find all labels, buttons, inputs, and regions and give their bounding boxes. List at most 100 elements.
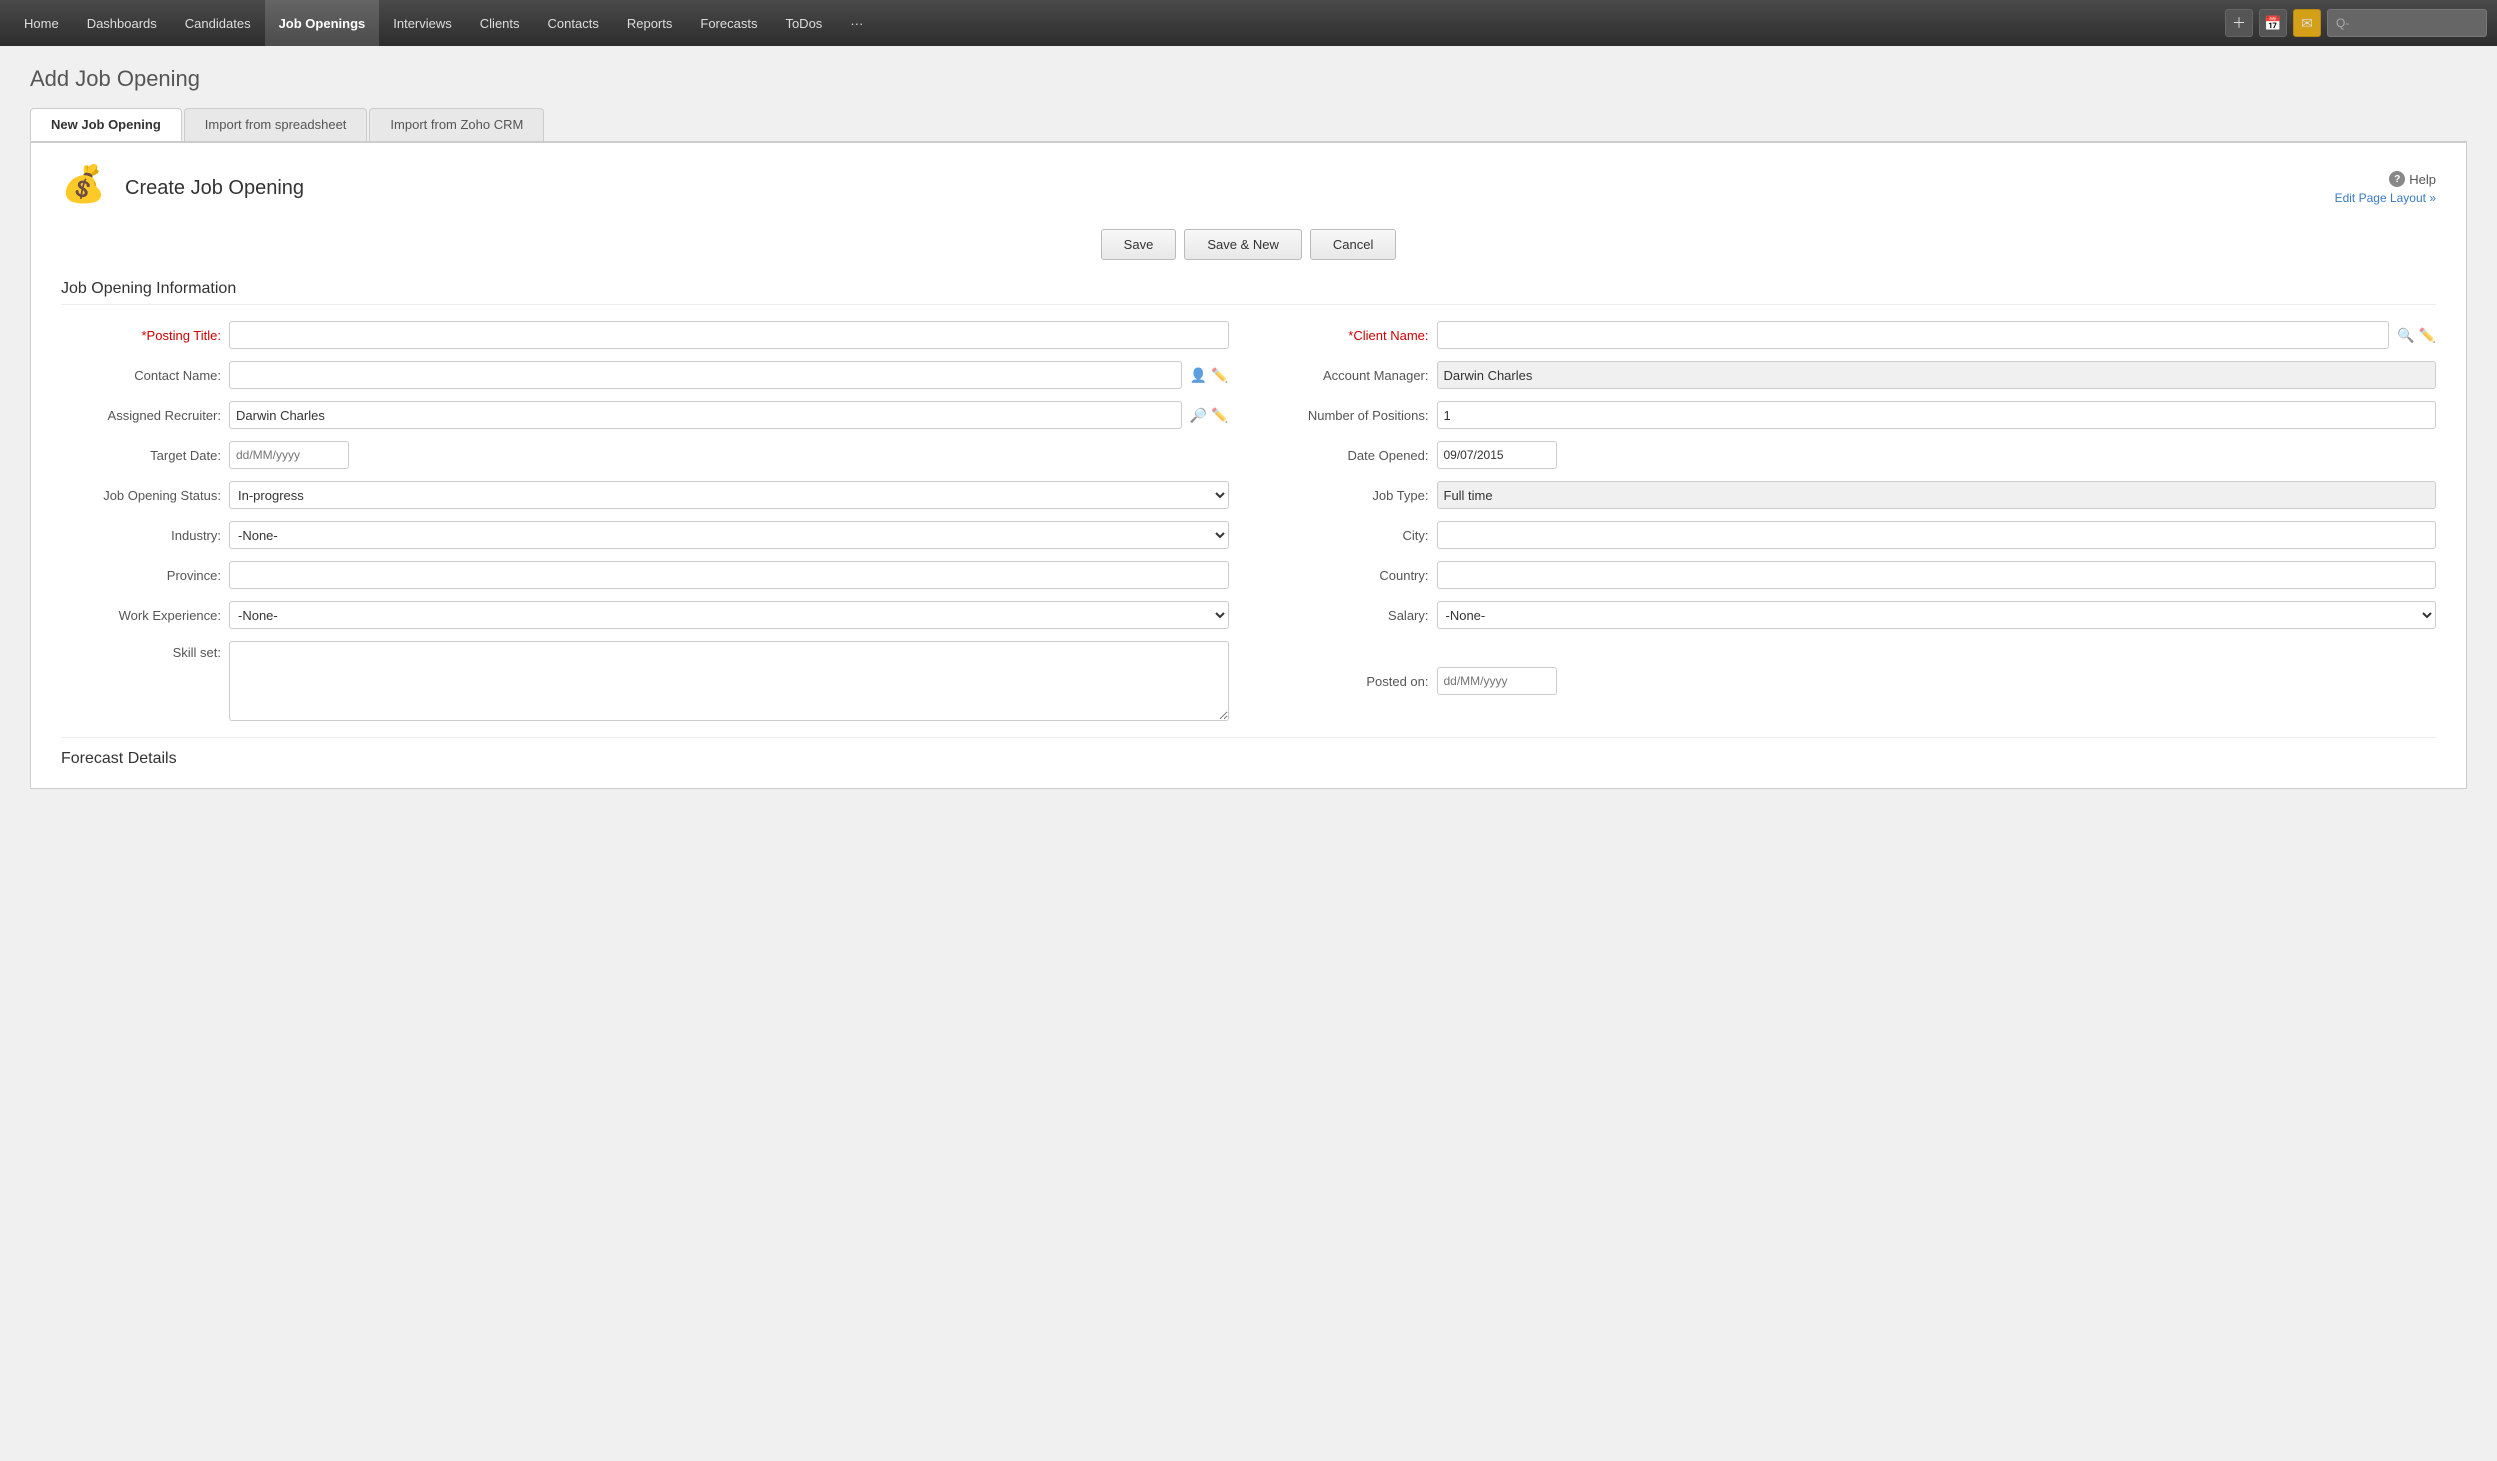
form-container: 💰 Create Job Opening ? Help Edit Page La…: [30, 142, 2467, 789]
nav-dashboards[interactable]: Dashboards: [73, 0, 171, 46]
client-name-icons: 🔍 ✏️: [2397, 327, 2436, 344]
skill-set-label: Skill set:: [61, 641, 221, 660]
nav-interviews[interactable]: Interviews: [379, 0, 466, 46]
form-header: 💰 Create Job Opening ? Help Edit Page La…: [61, 163, 2436, 213]
nav-job-openings[interactable]: Job Openings: [265, 0, 380, 46]
save-button[interactable]: Save: [1101, 229, 1177, 260]
client-name-lookup-icon[interactable]: 🔍: [2397, 327, 2414, 344]
industry-select[interactable]: -None- Technology Finance Healthcare Ret…: [229, 521, 1229, 549]
country-row: Country:: [1269, 561, 2437, 589]
tab-new-job-opening[interactable]: New Job Opening: [30, 108, 182, 141]
client-name-label: *Client Name:: [1269, 328, 1429, 343]
nav-home[interactable]: Home: [10, 0, 73, 46]
date-opened-row: Date Opened:: [1269, 441, 2437, 469]
work-experience-label: Work Experience:: [61, 608, 221, 623]
job-type-label: Job Type:: [1269, 488, 1429, 503]
account-manager-row: Account Manager:: [1269, 361, 2437, 389]
city-label: City:: [1269, 528, 1429, 543]
account-manager-label: Account Manager:: [1269, 368, 1429, 383]
nav-candidates[interactable]: Candidates: [171, 0, 265, 46]
posting-title-label: *Posting Title:: [61, 328, 221, 343]
page-title: Add Job Opening: [30, 66, 2467, 92]
contact-name-new-icon[interactable]: ✏️: [1211, 367, 1228, 384]
contact-name-lookup-icon[interactable]: 👤: [1190, 367, 1207, 384]
recruiter-icons: 🔎 ✏️: [1190, 407, 1229, 424]
nav-clients[interactable]: Clients: [466, 0, 534, 46]
contact-name-label: Contact Name:: [61, 368, 221, 383]
page-content: Add Job Opening New Job Opening Import f…: [0, 46, 2497, 789]
section-title: Job Opening Information: [61, 280, 2436, 305]
help-label: Help: [2409, 172, 2436, 187]
country-label: Country:: [1269, 568, 1429, 583]
job-opening-status-select[interactable]: In-progress New On-hold Closed: [229, 481, 1229, 509]
account-manager-input[interactable]: [1437, 361, 2437, 389]
forecast-section-title: Forecast Details: [61, 750, 2436, 768]
country-input[interactable]: [1437, 561, 2437, 589]
city-input[interactable]: [1437, 521, 2437, 549]
client-name-new-icon[interactable]: ✏️: [2419, 327, 2436, 344]
posted-on-input[interactable]: [1437, 667, 1557, 695]
form-grid: *Posting Title: *Client Name: 🔍 ✏️ Conta…: [61, 321, 2436, 721]
assigned-recruiter-label: Assigned Recruiter:: [61, 408, 221, 423]
nav-todos[interactable]: ToDos: [771, 0, 836, 46]
tab-import-spreadsheet[interactable]: Import from spreadsheet: [184, 108, 368, 141]
recruiter-new-icon[interactable]: ✏️: [1211, 407, 1228, 424]
province-input[interactable]: [229, 561, 1229, 589]
edit-page-layout-link[interactable]: Edit Page Layout »: [2335, 191, 2436, 205]
target-date-row: Target Date:: [61, 441, 1229, 469]
province-label: Province:: [61, 568, 221, 583]
assigned-recruiter-row: Assigned Recruiter: 🔎 ✏️: [61, 401, 1229, 429]
number-of-positions-row: Number of Positions:: [1269, 401, 2437, 429]
salary-row: Salary: -None- 30000-50000 50000-70000 7…: [1269, 601, 2437, 629]
nav-contacts[interactable]: Contacts: [534, 0, 613, 46]
number-of-positions-input[interactable]: [1437, 401, 2437, 429]
action-buttons: Save Save & New Cancel: [61, 229, 2436, 260]
job-opening-status-label: Job Opening Status:: [61, 488, 221, 503]
recruiter-lookup-icon[interactable]: 🔎: [1190, 407, 1207, 424]
province-row: Province:: [61, 561, 1229, 589]
form-header-right: ? Help Edit Page Layout »: [2335, 171, 2436, 205]
industry-label: Industry:: [61, 528, 221, 543]
nav-reports[interactable]: Reports: [613, 0, 687, 46]
job-opening-status-row: Job Opening Status: In-progress New On-h…: [61, 481, 1229, 509]
nav-forecasts[interactable]: Forecasts: [686, 0, 771, 46]
tab-import-zoho[interactable]: Import from Zoho CRM: [369, 108, 544, 141]
posted-on-row: Posted on:: [1269, 641, 2437, 721]
client-name-input[interactable]: [1437, 321, 2390, 349]
nav-items: Home Dashboards Candidates Job Openings …: [10, 0, 2225, 46]
job-type-input: [1437, 481, 2437, 509]
nav-search-input[interactable]: [2327, 9, 2487, 37]
job-type-row: Job Type:: [1269, 481, 2437, 509]
navbar: Home Dashboards Candidates Job Openings …: [0, 0, 2497, 46]
number-of-positions-label: Number of Positions:: [1269, 408, 1429, 423]
posting-title-input[interactable]: [229, 321, 1229, 349]
help-link[interactable]: ? Help: [2389, 171, 2436, 187]
contact-name-row: Contact Name: 👤 ✏️: [61, 361, 1229, 389]
form-header-left: 💰 Create Job Opening: [61, 163, 304, 213]
contact-name-icons: 👤 ✏️: [1190, 367, 1229, 384]
skill-set-row: Skill set:: [61, 641, 1229, 721]
save-new-button[interactable]: Save & New: [1184, 229, 1302, 260]
form-title: Create Job Opening: [125, 177, 304, 200]
target-date-input[interactable]: [229, 441, 349, 469]
work-experience-select[interactable]: -None- 0-1 years 1-3 years 3-5 years 5+ …: [229, 601, 1229, 629]
industry-row: Industry: -None- Technology Finance Heal…: [61, 521, 1229, 549]
nav-calendar-button[interactable]: 📅: [2259, 9, 2287, 37]
tabs: New Job Opening Import from spreadsheet …: [30, 108, 2467, 142]
skill-set-textarea[interactable]: [229, 641, 1229, 721]
nav-mail-button[interactable]: ✉: [2293, 9, 2321, 37]
city-row: City:: [1269, 521, 2437, 549]
contact-name-input[interactable]: [229, 361, 1182, 389]
salary-select[interactable]: -None- 30000-50000 50000-70000 70000-100…: [1437, 601, 2437, 629]
salary-label: Salary:: [1269, 608, 1429, 623]
date-opened-input[interactable]: [1437, 441, 1557, 469]
cancel-button[interactable]: Cancel: [1310, 229, 1396, 260]
nav-plus-button[interactable]: ＋: [2225, 9, 2253, 37]
help-circle-icon: ?: [2389, 171, 2405, 187]
nav-more[interactable]: ···: [836, 0, 877, 46]
assigned-recruiter-input[interactable]: [229, 401, 1182, 429]
form-icon: 💰: [61, 163, 111, 213]
client-name-row: *Client Name: 🔍 ✏️: [1269, 321, 2437, 349]
date-opened-label: Date Opened:: [1269, 448, 1429, 463]
posting-title-row: *Posting Title:: [61, 321, 1229, 349]
